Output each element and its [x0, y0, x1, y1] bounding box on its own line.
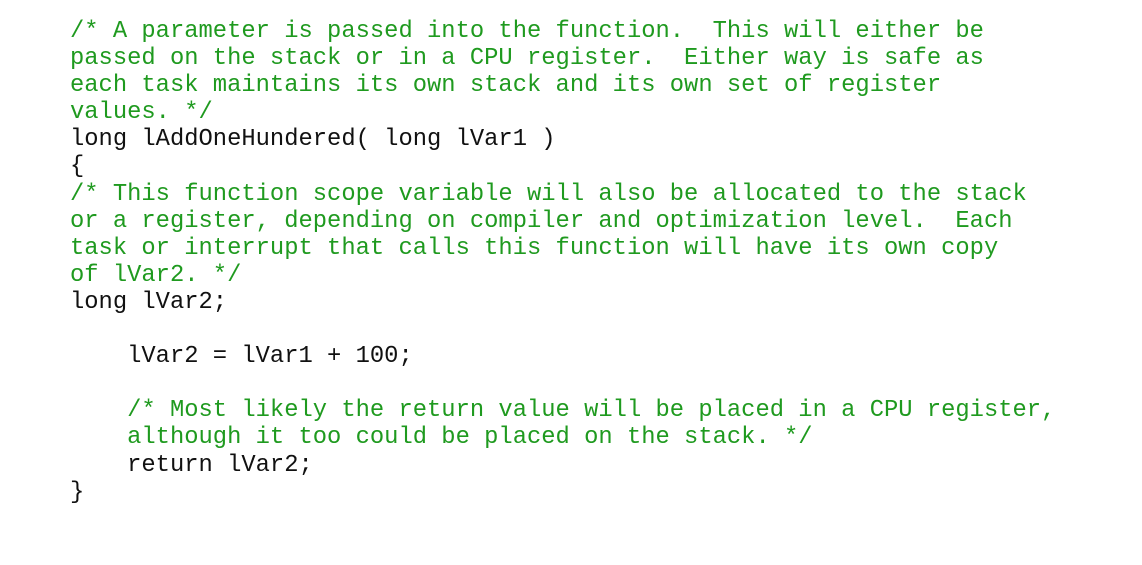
- comment-line: /* Most likely the return value will be …: [70, 397, 1056, 425]
- comment-line: task or interrupt that calls this functi…: [70, 234, 999, 262]
- comment-line: each task maintains its own stack and it…: [70, 72, 942, 100]
- comment-line: /* A parameter is passed into the functi…: [70, 18, 984, 45]
- open-brace: {: [70, 153, 85, 181]
- code-listing: /* A parameter is passed into the functi…: [70, 18, 1055, 506]
- comment-line: or a register, depending on compiler and…: [70, 207, 1013, 235]
- close-brace: }: [70, 478, 85, 506]
- comment-line: of lVar2. */: [70, 261, 242, 289]
- assignment-statement: lVar2 = lVar1 + 100;: [70, 343, 413, 371]
- comment-line: passed on the stack or in a CPU register…: [70, 45, 984, 73]
- function-signature: long lAddOneHundered( long lVar1 ): [70, 126, 556, 154]
- comment-line: values. */: [70, 99, 213, 127]
- variable-declaration: long lVar2;: [70, 288, 228, 316]
- return-statement: return lVar2;: [70, 451, 313, 479]
- comment-line: although it too could be placed on the s…: [70, 424, 813, 452]
- comment-line: /* This function scope variable will als…: [70, 180, 1027, 208]
